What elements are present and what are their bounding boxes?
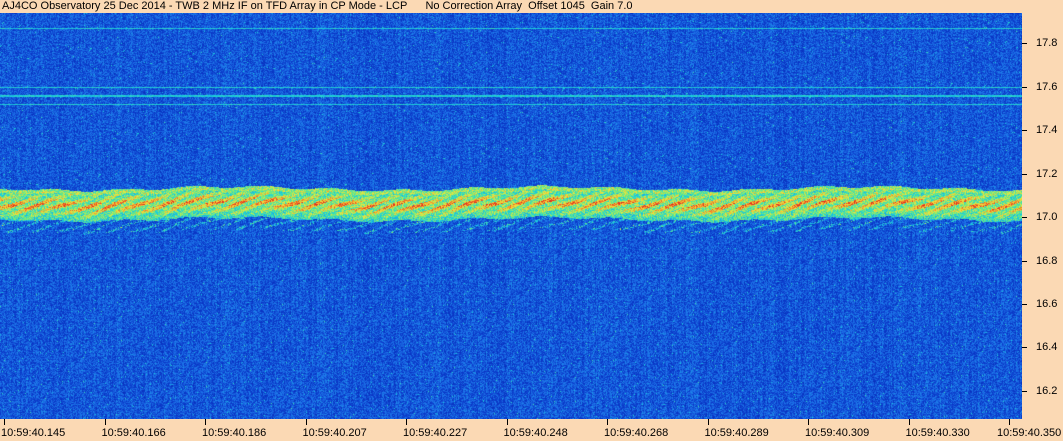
x-tick-label: 10:59:40.330 xyxy=(905,427,970,439)
y-tick xyxy=(1022,86,1027,88)
time-axis: 10:59:40.145 10:59:40.166 10:59:40.186 10:5… xyxy=(0,419,1063,441)
x-tick-label: 10:59:40.166 xyxy=(101,427,166,439)
chart-title: AJ4CO Observatory 25 Dec 2014 - TWB 2 MH… xyxy=(2,0,633,12)
spectrogram-canvas xyxy=(0,13,1022,419)
y-tick-label: 17.8 xyxy=(1036,37,1058,50)
y-tick-label: 17.6 xyxy=(1036,80,1058,93)
x-tick xyxy=(707,419,709,425)
spectrogram-plot xyxy=(0,13,1022,419)
x-tick-label: 10:59:40.309 xyxy=(805,427,870,439)
y-tick-label: 17.2 xyxy=(1036,167,1058,180)
y-tick xyxy=(1022,347,1027,349)
y-tick-label: 17.0 xyxy=(1036,211,1058,224)
x-tick xyxy=(808,419,809,425)
y-tick xyxy=(1022,260,1027,262)
x-tick-label: 10:59:40.207 xyxy=(302,427,367,439)
y-tick xyxy=(1022,217,1027,219)
x-tick xyxy=(506,419,508,425)
frequency-axis: 16.2 16.4 16.6 16.8 17.0 17.2 17.4 17.6 17.8 xyxy=(1022,13,1063,419)
x-tick xyxy=(908,419,910,425)
x-tick-label: 10:59:40.289 xyxy=(704,427,769,439)
y-tick-label: 16.6 xyxy=(1036,297,1058,310)
x-tick xyxy=(4,419,5,425)
x-tick-label: 10:59:40.227 xyxy=(403,427,468,439)
y-tick-label: 16.4 xyxy=(1036,341,1058,354)
x-tick xyxy=(104,419,106,425)
y-tick-label: 16.2 xyxy=(1036,384,1058,397)
x-tick-label: 10:59:40.145 xyxy=(1,427,66,439)
x-tick xyxy=(607,419,608,425)
x-tick-label: 10:59:40.186 xyxy=(202,427,267,439)
x-tick-label: 10:59:40.268 xyxy=(604,427,669,439)
y-tick xyxy=(1022,303,1027,305)
y-tick xyxy=(1022,173,1027,175)
x-tick xyxy=(205,419,206,425)
y-tick xyxy=(1022,130,1027,132)
x-tick xyxy=(1009,419,1010,425)
y-tick xyxy=(1022,43,1027,45)
x-tick xyxy=(305,419,307,425)
x-tick-label: 10:59:40.350 xyxy=(997,427,1062,439)
x-tick xyxy=(406,419,407,425)
y-tick xyxy=(1022,390,1027,392)
y-tick-label: 17.4 xyxy=(1036,124,1058,137)
x-tick-label: 10:59:40.248 xyxy=(503,427,568,439)
y-tick-label: 16.8 xyxy=(1036,254,1058,267)
